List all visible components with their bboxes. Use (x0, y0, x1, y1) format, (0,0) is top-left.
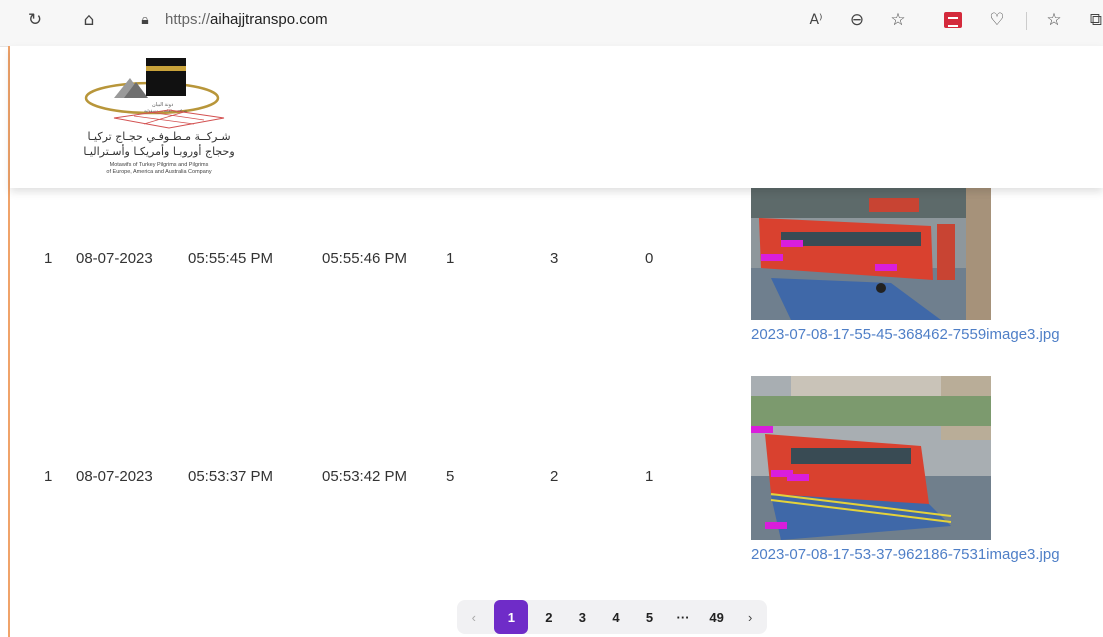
page-2-button[interactable]: 2 (536, 602, 562, 632)
kaaba-logo-graphic: دونة البيان ضيافة ... امانة ... مسؤولية (84, 58, 225, 129)
refresh-icon[interactable]: ↻ (24, 9, 46, 31)
logo-english-line1: Motawifs of Turkey Pilgrims and Pilgrims (109, 162, 209, 168)
read-aloud-icon[interactable]: A⁾ (805, 9, 827, 31)
prev-page-button[interactable]: ‹ (461, 602, 487, 632)
row-date: 08-07-2023 (76, 468, 153, 485)
row-count-2: 2 (550, 468, 559, 485)
pagination: ‹ 1 2 3 4 5 ··· 49 › (457, 600, 767, 634)
lock-icon[interactable]: 🔒︎ (134, 9, 156, 31)
page-49-button[interactable]: 49 (704, 602, 730, 632)
toolbar-separator (1026, 12, 1027, 30)
row-start-time: 05:55:45 PM (188, 250, 274, 267)
next-page-button[interactable]: › (737, 602, 763, 632)
page-5-button[interactable]: 5 (637, 602, 663, 632)
favorite-icon[interactable]: ☆ (887, 9, 909, 31)
page-4-button[interactable]: 4 (603, 602, 629, 632)
row-start-time: 05:53:37 PM (188, 468, 274, 485)
home-icon[interactable]: ⌂ (78, 9, 100, 31)
row-end-time: 05:53:42 PM (322, 468, 408, 485)
row-id: 1 (44, 468, 53, 485)
row-count-3: 1 (645, 468, 654, 485)
row-count-1: 5 (446, 468, 455, 485)
ellipsis-button[interactable]: ··· (670, 602, 696, 632)
table-row: 1 08-07-2023 05:55:45 PM 05:55:46 PM 1 3… (10, 180, 1103, 360)
image-link[interactable]: 2023-07-08-17-53-37-962186-7531image3.jp… (751, 546, 1060, 563)
favorites-list-icon[interactable]: ☆ (1043, 9, 1065, 31)
collections-icon[interactable]: ⧉ (1085, 9, 1103, 31)
logo-arabic-line2: وحجاج أوروبـا وأمريكـا وأسـتراليـا (83, 145, 235, 158)
row-count-2: 3 (550, 250, 559, 267)
detection-image[interactable] (751, 188, 991, 320)
extension-icon[interactable] (944, 12, 962, 28)
image-link[interactable]: 2023-07-08-17-55-45-368462-7559image3.jp… (751, 326, 1060, 343)
logo-arabic-line1: شـركــة مـطـوفـي حجـاج تركيـا (87, 130, 231, 143)
table-row: 1 08-07-2023 05:53:37 PM 05:53:42 PM 5 2… (10, 372, 1103, 572)
row-id: 1 (44, 250, 53, 267)
browser-toolbar: ↻ ⌂ 🔒︎ https://aihajjtranspo.com A⁾ ⊖ ☆ … (0, 0, 1103, 47)
row-count-1: 1 (446, 250, 455, 267)
row-end-time: 05:55:46 PM (322, 250, 408, 267)
detection-image[interactable] (751, 376, 991, 540)
logo-english-line2: of Europe, America and Australia Company (106, 169, 212, 175)
zoom-icon[interactable]: ⊖ (846, 9, 868, 31)
row-date: 08-07-2023 (76, 250, 153, 267)
page-1-button[interactable]: 1 (494, 600, 529, 634)
site-header: دونة البيان ضيافة ... امانة ... مسؤولية … (10, 46, 1103, 188)
url-text[interactable]: https://aihajjtranspo.com (165, 11, 328, 28)
browser-essentials-icon[interactable]: ♡ (986, 9, 1008, 31)
company-logo[interactable]: دونة البيان ضيافة ... امانة ... مسؤولية … (74, 52, 244, 184)
row-count-3: 0 (645, 250, 654, 267)
page-3-button[interactable]: 3 (569, 602, 595, 632)
